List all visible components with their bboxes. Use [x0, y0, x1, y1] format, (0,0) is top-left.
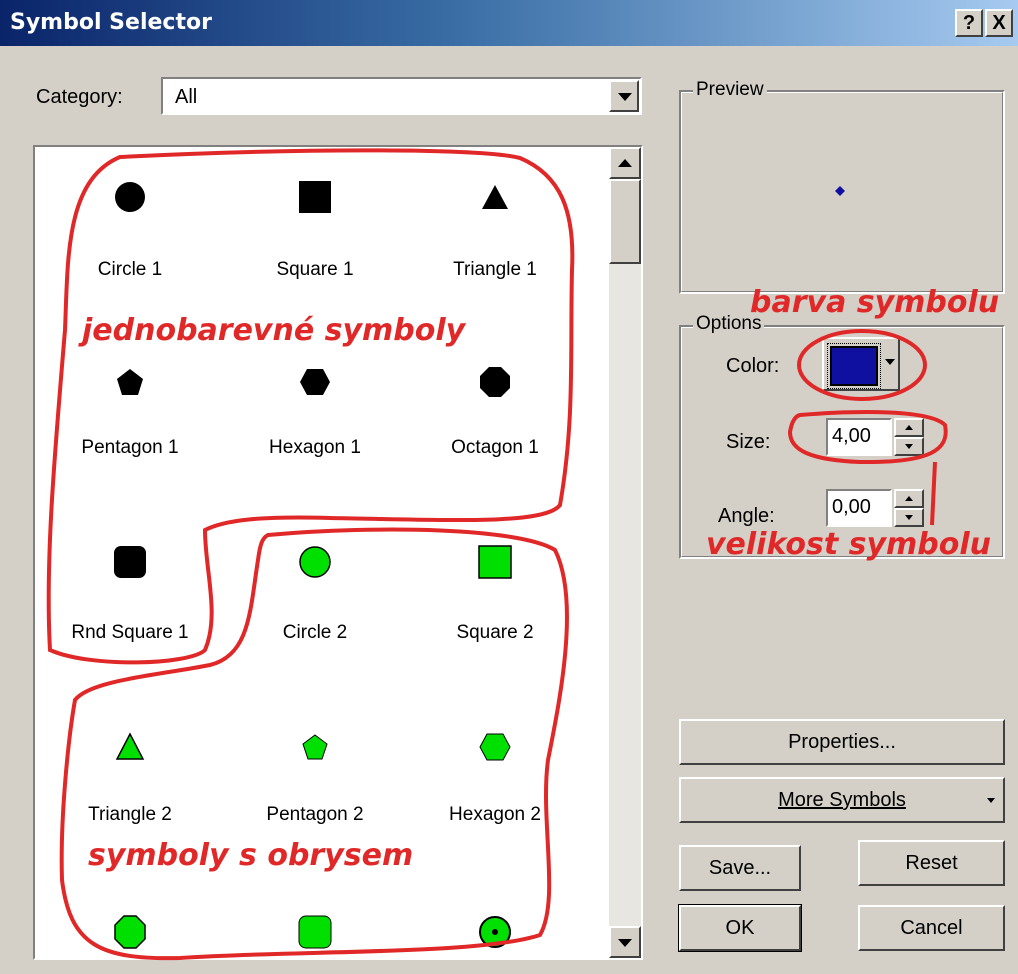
more-symbols-button[interactable]: More Symbols: [679, 777, 1005, 823]
square-symbol-icon: [299, 181, 331, 213]
preview-symbol-icon: [835, 186, 845, 196]
category-label: Category:: [36, 86, 123, 108]
properties-button[interactable]: Properties...: [679, 719, 1005, 765]
octagon-symbol-icon: [480, 367, 510, 397]
vertical-scrollbar[interactable]: [609, 147, 641, 958]
symbol-item-bullseye[interactable]: [400, 912, 590, 952]
chevron-up-icon: [618, 159, 632, 167]
circle-outline-symbol-icon: [299, 546, 331, 578]
symbol-label: Rnd Square 1: [71, 622, 189, 643]
symbol-item-rnd-square-2[interactable]: [220, 912, 410, 952]
save-button[interactable]: Save...: [679, 845, 801, 891]
color-label: Color:: [726, 355, 780, 377]
symbol-item-square-1[interactable]: Square 1: [220, 177, 410, 280]
scroll-thumb[interactable]: [609, 179, 641, 264]
symbol-item-octagon-2[interactable]: [35, 912, 225, 952]
symbol-item-pentagon-1[interactable]: Pentagon 1: [35, 362, 225, 458]
annotation-single-color: jednobarevné symboly: [82, 313, 466, 348]
size-label: Size:: [726, 431, 771, 453]
circle-symbol-icon: [115, 182, 145, 212]
angle-increment-button[interactable]: [894, 489, 924, 508]
symbol-item-square-2[interactable]: Square 2: [400, 542, 590, 643]
angle-spinner[interactable]: 0,00: [826, 489, 924, 527]
symbol-label: Pentagon 1: [81, 437, 179, 458]
size-input[interactable]: 4,00: [826, 418, 892, 456]
category-value: All: [175, 86, 198, 108]
size-spinner[interactable]: 4,00: [826, 418, 924, 456]
symbol-label: Octagon 1: [451, 437, 539, 458]
angle-label: Angle:: [718, 505, 775, 527]
arrow-up-icon: [905, 425, 913, 430]
octagon-outline-symbol-icon: [114, 915, 146, 949]
reset-button[interactable]: Reset: [858, 840, 1005, 886]
hexagon-symbol-icon: [300, 369, 330, 395]
symbol-item-pentagon-2[interactable]: Pentagon 2: [220, 727, 410, 825]
chevron-down-icon: [885, 359, 895, 365]
size-increment-button[interactable]: [894, 418, 924, 437]
color-picker-button[interactable]: [822, 337, 900, 391]
size-decrement-button[interactable]: [894, 437, 924, 456]
symbol-item-hexagon-1[interactable]: Hexagon 1: [220, 362, 410, 458]
rounded-square-outline-symbol-icon: [298, 915, 332, 949]
symbol-label: Hexagon 2: [449, 804, 541, 825]
options-label: Options: [693, 313, 765, 335]
symbol-item-triangle-1[interactable]: Triangle 1: [400, 177, 590, 280]
symbol-label: Square 1: [276, 259, 354, 280]
more-symbols-label: More Symbols: [778, 789, 906, 811]
help-button[interactable]: ?: [955, 9, 983, 37]
symbol-label: Square 2: [456, 622, 534, 643]
color-swatch: [827, 343, 881, 389]
scroll-down-button[interactable]: [609, 926, 641, 958]
title-bar: Symbol Selector ? X: [0, 0, 1018, 46]
pentagon-symbol-icon: [117, 369, 143, 395]
symbol-item-triangle-2[interactable]: Triangle 2: [35, 727, 225, 825]
arrow-down-icon: [905, 444, 913, 449]
pentagon-outline-symbol-icon: [302, 734, 328, 760]
close-button[interactable]: X: [985, 9, 1013, 37]
arrow-up-icon: [905, 496, 913, 501]
symbol-label: Triangle 2: [88, 804, 172, 825]
symbol-label: Hexagon 1: [269, 437, 361, 458]
scroll-up-button[interactable]: [609, 147, 641, 179]
annotation-symbol-size: velikost symbolu: [706, 527, 991, 562]
symbol-label: Pentagon 2: [266, 804, 364, 825]
rounded-square-symbol-icon: [114, 546, 146, 578]
symbol-item-octagon-1[interactable]: Octagon 1: [400, 362, 590, 458]
chevron-down-icon: [618, 93, 632, 101]
symbol-item-hexagon-2[interactable]: Hexagon 2: [400, 727, 590, 825]
hexagon-outline-symbol-icon: [479, 733, 511, 761]
annotation-symbol-color: barva symbolu: [750, 285, 1000, 320]
triangle-outline-symbol-icon: [115, 732, 145, 760]
symbol-label: Triangle 1: [453, 259, 537, 280]
symbol-item-rnd-square-1[interactable]: Rnd Square 1: [35, 542, 225, 643]
symbol-label: Circle 2: [282, 622, 348, 643]
bullseye-symbol-icon: [479, 916, 511, 948]
arrow-down-icon: [905, 515, 913, 520]
symbol-item-circle-2[interactable]: Circle 2: [220, 542, 410, 643]
preview-label: Preview: [693, 79, 767, 101]
symbol-item-circle-1[interactable]: Circle 1: [35, 177, 225, 280]
triangle-symbol-icon: [482, 185, 508, 209]
window-title: Symbol Selector: [10, 10, 212, 35]
square-outline-symbol-icon: [478, 545, 512, 579]
category-dropdown-button[interactable]: [609, 80, 639, 112]
chevron-down-icon: [987, 798, 995, 803]
symbol-label: Circle 1: [97, 259, 163, 280]
chevron-down-icon: [618, 939, 632, 947]
category-dropdown[interactable]: All: [161, 77, 642, 115]
cancel-button[interactable]: Cancel: [858, 905, 1005, 951]
ok-button[interactable]: OK: [678, 904, 802, 952]
annotation-outlined: symboly s obrysem: [88, 838, 414, 873]
angle-input[interactable]: 0,00: [826, 489, 892, 527]
angle-decrement-button[interactable]: [894, 508, 924, 527]
